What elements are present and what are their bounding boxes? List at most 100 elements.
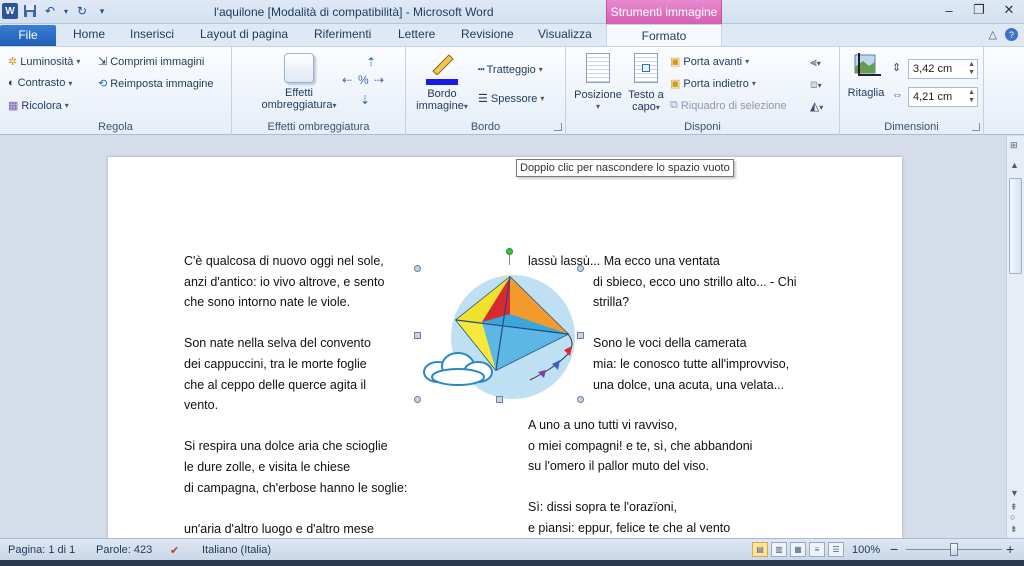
kite-picture[interactable] — [414, 248, 588, 417]
word-app-icon[interactable]: W — [2, 3, 18, 19]
zoom-slider-thumb[interactable] — [950, 543, 958, 556]
group-disponi: Posizione ▾ Testo a capo▾ ▣ Porta avanti ▾… — [566, 47, 840, 135]
zoom-in-icon[interactable]: + — [1006, 541, 1014, 557]
window-title: l'aquilone [Modalità di compatibilità] -… — [214, 5, 494, 19]
porta-avanti-button[interactable]: ▣ Porta avanti ▾ — [670, 55, 749, 69]
send-backward-icon: ▣ — [670, 78, 681, 90]
scroll-thumb[interactable] — [1009, 178, 1022, 274]
bordo-immagine-button[interactable]: Bordo immagine▾ — [410, 53, 474, 113]
scroll-up-icon[interactable]: ▲ — [1010, 160, 1019, 170]
dropdown-arrow-icon: ▾ — [540, 94, 545, 103]
resize-handle-sw[interactable] — [414, 396, 421, 403]
line-weight-icon: ☰ — [478, 93, 488, 105]
posizione-button[interactable]: Posizione ▾ — [570, 53, 626, 113]
word-count[interactable]: Parole: 423 — [96, 544, 152, 556]
tab-lettere[interactable]: Lettere — [398, 27, 435, 41]
contrast-icon: ◐ — [8, 77, 15, 89]
height-spinner-icon[interactable]: ▲ ▼ — [968, 61, 975, 77]
vertical-scrollbar[interactable]: ⊞ ▲ ▼ ⇞ ○ ⇟ — [1006, 136, 1024, 538]
language[interactable]: Italiano (Italia) — [202, 544, 271, 556]
reimposta-button[interactable]: ⟲ Reimposta immagine — [98, 77, 214, 91]
resize-handle-nw[interactable] — [414, 265, 421, 272]
ricolora-button[interactable]: ▦ Ricolora ▾ — [8, 99, 69, 113]
tab-home[interactable]: Home — [73, 27, 105, 41]
effetti-ombreggiatura-button[interactable]: Effetti ombreggiatura▾ — [260, 53, 338, 112]
dimensioni-launcher-icon[interactable] — [972, 123, 980, 131]
page-count[interactable]: Pagina: 1 di 1 — [8, 544, 75, 556]
draft-icon[interactable]: ☰ — [828, 542, 844, 557]
riquadro-selezione-button[interactable]: ⧉ Riquadro di selezione — [670, 99, 787, 112]
testo-a-capo-button[interactable]: Testo a capo▾ — [624, 53, 668, 114]
resize-handle-ne[interactable] — [577, 265, 584, 272]
text-line: A uno a uno tutti vi ravviso, — [528, 418, 678, 432]
close-icon[interactable]: ✕ — [994, 0, 1024, 20]
align-icon[interactable]: ⫷▾ — [810, 55, 821, 70]
rotation-handle[interactable] — [506, 248, 513, 255]
rotate-icon[interactable]: ◭▾ — [810, 99, 823, 113]
outline-icon[interactable]: ≡ — [809, 542, 825, 557]
minimize-ribbon-icon[interactable]: △ — [989, 28, 997, 41]
contrasto-button[interactable]: ◐ Contrasto ▾ — [8, 77, 72, 89]
undo-dropdown-icon[interactable]: ▾ — [62, 3, 70, 19]
dropdown-arrow-icon: ▾ — [463, 102, 468, 111]
porta-indietro-button[interactable]: ▣ Porta indietro ▾ — [670, 77, 756, 91]
nudge-up-icon[interactable]: ⇡ — [366, 55, 376, 69]
tab-file[interactable]: File — [0, 25, 56, 46]
tab-inserisci[interactable]: Inserisci — [130, 27, 174, 41]
print-layout-icon[interactable]: ▤ — [752, 542, 768, 557]
tratteggio-label: Tratteggio — [486, 63, 536, 76]
resize-handle-s[interactable] — [496, 396, 503, 403]
group-effetti: Effetti ombreggiatura▾ ⇡ ⇠ % ⇢ ⇣ Effetti… — [232, 47, 406, 135]
ritaglia-button[interactable]: Ritaglia — [842, 53, 890, 99]
restore-icon[interactable]: ❐ — [964, 0, 994, 20]
ruler-toggle-icon[interactable]: ⊞ — [1010, 140, 1018, 151]
text-line — [184, 313, 407, 334]
width-spinner-icon[interactable]: ▲ ▼ — [968, 89, 975, 105]
width-input[interactable]: 4,21 cm ▲ ▼ — [908, 87, 978, 107]
document-page[interactable]: C'è qualcosa di nuovo oggi nel sole, anz… — [108, 157, 902, 538]
group-objects-icon[interactable]: ⧈▾ — [810, 77, 822, 92]
text-column-right-bottom[interactable]: A uno a uno tutti vi ravviso, o miei com… — [528, 415, 752, 538]
tab-riferimenti[interactable]: Riferimenti — [314, 27, 371, 41]
width-value: 4,21 cm — [913, 91, 953, 103]
tab-revisione[interactable]: Revisione — [461, 27, 514, 41]
porta-indietro-label: Porta indietro — [683, 77, 749, 90]
next-page-icon[interactable]: ⇟ — [1010, 524, 1018, 535]
resize-handle-w[interactable] — [414, 332, 421, 339]
luminosita-button[interactable]: ✲ Luminosità ▾ — [8, 55, 81, 69]
nudge-left-icon[interactable]: ⇠ — [342, 73, 352, 87]
bordo-launcher-icon[interactable] — [554, 123, 562, 131]
undo-icon[interactable]: ↶ — [42, 3, 58, 19]
scroll-down-icon[interactable]: ▼ — [1010, 488, 1019, 498]
tab-visualizza[interactable]: Visualizza — [538, 27, 592, 41]
toggle-shadow-icon[interactable]: % — [358, 73, 369, 87]
height-icon: ⇕ — [892, 62, 902, 74]
zoom-level[interactable]: 100% — [852, 544, 880, 556]
web-layout-icon[interactable]: ▦ — [790, 542, 806, 557]
redo-icon[interactable]: ↻ — [74, 3, 90, 19]
text-line: un'aria d'altro luogo e d'altro mese — [184, 521, 374, 536]
nudge-shadow-controls: ⇡ ⇠ % ⇢ ⇣ — [342, 55, 386, 109]
dropdown-arrow-icon: ▾ — [76, 57, 81, 66]
tratteggio-button[interactable]: ┅ Tratteggio ▾ — [478, 63, 543, 77]
resize-handle-se[interactable] — [577, 396, 584, 403]
minimize-icon[interactable]: – — [934, 0, 964, 20]
spessore-button[interactable]: ☰ Spessore ▾ — [478, 92, 545, 106]
help-icon[interactable]: ? — [1005, 28, 1018, 41]
customize-qat-icon[interactable]: ▾ — [94, 3, 110, 19]
proofing-icon[interactable]: ✔ — [170, 544, 179, 557]
nudge-down-icon[interactable]: ⇣ — [360, 93, 370, 107]
nudge-right-icon[interactable]: ⇢ — [374, 73, 384, 87]
comprimi-button[interactable]: ⇲ Comprimi immagini — [98, 55, 204, 69]
tab-layout[interactable]: Layout di pagina — [200, 27, 288, 41]
resize-handle-e[interactable] — [577, 332, 584, 339]
browse-object-icon[interactable]: ○ — [1010, 512, 1015, 522]
tab-formato[interactable]: Formato — [606, 24, 722, 47]
height-input[interactable]: 3,42 cm ▲ ▼ — [908, 59, 978, 79]
save-icon[interactable] — [22, 3, 38, 19]
zoom-out-icon[interactable]: − — [890, 541, 898, 557]
text-column-left[interactable]: C'è qualcosa di nuovo oggi nel sole, anz… — [184, 251, 407, 538]
dropdown-arrow-icon: ▾ — [751, 79, 756, 88]
full-screen-reading-icon[interactable]: ▥ — [771, 542, 787, 557]
dropdown-arrow-icon: ▾ — [538, 65, 543, 74]
